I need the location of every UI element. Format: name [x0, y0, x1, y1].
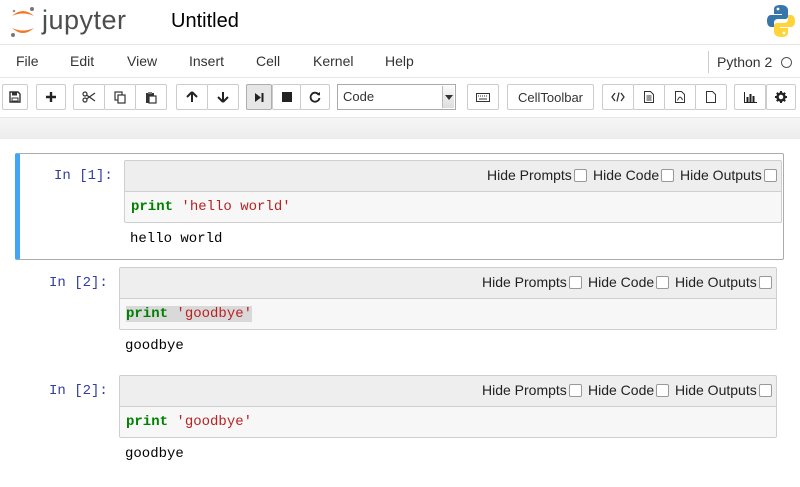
notebook-title[interactable]: Untitled [171, 10, 239, 33]
cell-output: goodbye [125, 338, 184, 354]
kernel-name: Python 2 [708, 51, 772, 73]
menu-view[interactable]: View [127, 53, 157, 69]
code-keyword: print [131, 199, 174, 215]
python-logo-icon [767, 5, 795, 37]
code-string: 'goodbye' [176, 306, 253, 322]
hide-outputs-checkbox[interactable] [759, 276, 772, 289]
menu-edit[interactable]: Edit [70, 53, 94, 69]
input-prompt: In [1]: [54, 168, 113, 184]
hide-outputs-label: Hide Outputs [675, 274, 757, 290]
hide-code-checkbox[interactable] [656, 384, 669, 397]
hide-outputs-checkbox[interactable] [759, 384, 772, 397]
arrow-up-icon [186, 91, 198, 102]
cell-type-select[interactable]: Code [337, 84, 456, 110]
copy-icon [114, 90, 126, 104]
hide-outputs-label: Hide Outputs [675, 382, 757, 398]
cell-output: hello world [130, 231, 223, 247]
save-button[interactable] [2, 84, 28, 110]
cut-button[interactable] [73, 84, 105, 110]
code-editor[interactable]: print 'hello world' [124, 191, 782, 223]
move-up-button[interactable] [176, 84, 208, 110]
save-icon [9, 91, 21, 103]
code-cell-1[interactable]: In [1]: Hide Prompts Hide Code Hide Outp… [15, 153, 784, 260]
menu-file[interactable]: File [16, 53, 39, 69]
hide-code-checkbox[interactable] [661, 169, 674, 182]
celltoolbar-button[interactable]: CellToolbar [507, 84, 594, 110]
code-keyword: print [126, 306, 169, 322]
bar-chart-icon [743, 91, 757, 103]
cell-toolbar: Hide Prompts Hide Code Hide Outputs [119, 375, 777, 406]
cell-toolbar: Hide Prompts Hide Code Hide Outputs [124, 160, 782, 191]
export-file-button[interactable] [633, 84, 665, 110]
chart-button[interactable] [734, 84, 766, 110]
hide-code-label: Hide Code [593, 167, 660, 183]
hide-outputs-checkbox[interactable] [764, 169, 777, 182]
hide-code-checkbox[interactable] [656, 276, 669, 289]
export-document-button[interactable] [695, 84, 727, 110]
interrupt-button[interactable] [272, 84, 301, 110]
header: jupyter Untitled [0, 0, 800, 44]
menu-cell[interactable]: Cell [256, 53, 280, 69]
code-icon [611, 92, 625, 102]
code-cell-2[interactable]: In [2]: Hide Prompts Hide Code Hide Outp… [15, 261, 784, 369]
stop-icon [281, 92, 292, 102]
jupyter-logo[interactable]: jupyter [8, 4, 158, 40]
hide-outputs-label: Hide Outputs [680, 167, 762, 183]
input-prompt: In [2]: [49, 275, 108, 291]
code-cell-3[interactable]: In [2]: Hide Prompts Hide Code Hide Outp… [15, 369, 784, 477]
export-code-button[interactable] [602, 84, 634, 110]
cell-output: goodbye [125, 446, 184, 462]
code-editor[interactable]: print 'goodbye' [119, 406, 777, 438]
notebook-header-band [0, 117, 800, 139]
export-pdf-button[interactable] [664, 84, 696, 110]
celltoolbar-button-label: CellToolbar [517, 89, 584, 105]
hide-code-label: Hide Code [588, 274, 655, 290]
pdf-icon [675, 91, 685, 103]
file-icon [644, 91, 654, 103]
command-palette-button[interactable] [467, 84, 499, 110]
run-cell-button[interactable] [246, 84, 272, 110]
cut-icon [82, 91, 96, 103]
keyboard-icon [476, 92, 490, 102]
copy-button[interactable] [104, 84, 136, 110]
hide-prompts-checkbox[interactable] [569, 276, 582, 289]
code-keyword: print [126, 414, 169, 430]
move-down-button[interactable] [207, 84, 239, 110]
step-forward-icon [255, 92, 264, 102]
hide-prompts-label: Hide Prompts [482, 274, 567, 290]
dropdown-arrow-icon [442, 86, 454, 108]
settings-button[interactable] [766, 84, 796, 110]
selected-code: print 'goodbye' [126, 306, 253, 322]
cell-toolbar: Hide Prompts Hide Code Hide Outputs [119, 267, 777, 298]
insert-cell-button[interactable] [36, 84, 66, 110]
paste-button[interactable] [135, 84, 167, 110]
kernel-idle-icon [781, 57, 792, 68]
cell-type-value: Code [343, 89, 375, 104]
plus-icon [46, 92, 56, 102]
hide-prompts-label: Hide Prompts [487, 167, 572, 183]
code-string: 'goodbye' [176, 414, 253, 430]
hide-code-label: Hide Code [588, 382, 655, 398]
hide-prompts-label: Hide Prompts [482, 382, 567, 398]
toolbar: Code CellToolbar [0, 79, 800, 117]
code-string: 'hello world' [181, 199, 291, 215]
restart-button[interactable] [300, 84, 330, 110]
paste-icon [146, 91, 157, 104]
menu-insert[interactable]: Insert [189, 53, 224, 69]
logo-text: jupyter [42, 5, 127, 35]
menu-help[interactable]: Help [385, 53, 414, 69]
restart-icon [309, 91, 321, 103]
menubar: File Edit View Insert Cell Kernel Help P… [0, 44, 800, 78]
input-prompt: In [2]: [49, 383, 108, 399]
hide-prompts-checkbox[interactable] [574, 169, 587, 182]
jupyter-logo-icon [11, 7, 34, 37]
code-editor[interactable]: print 'goodbye' [119, 298, 777, 330]
arrow-down-icon [217, 92, 229, 103]
document-icon [706, 91, 716, 103]
menu-kernel[interactable]: Kernel [313, 53, 353, 69]
gear-icon [775, 91, 787, 103]
hide-prompts-checkbox[interactable] [569, 384, 582, 397]
